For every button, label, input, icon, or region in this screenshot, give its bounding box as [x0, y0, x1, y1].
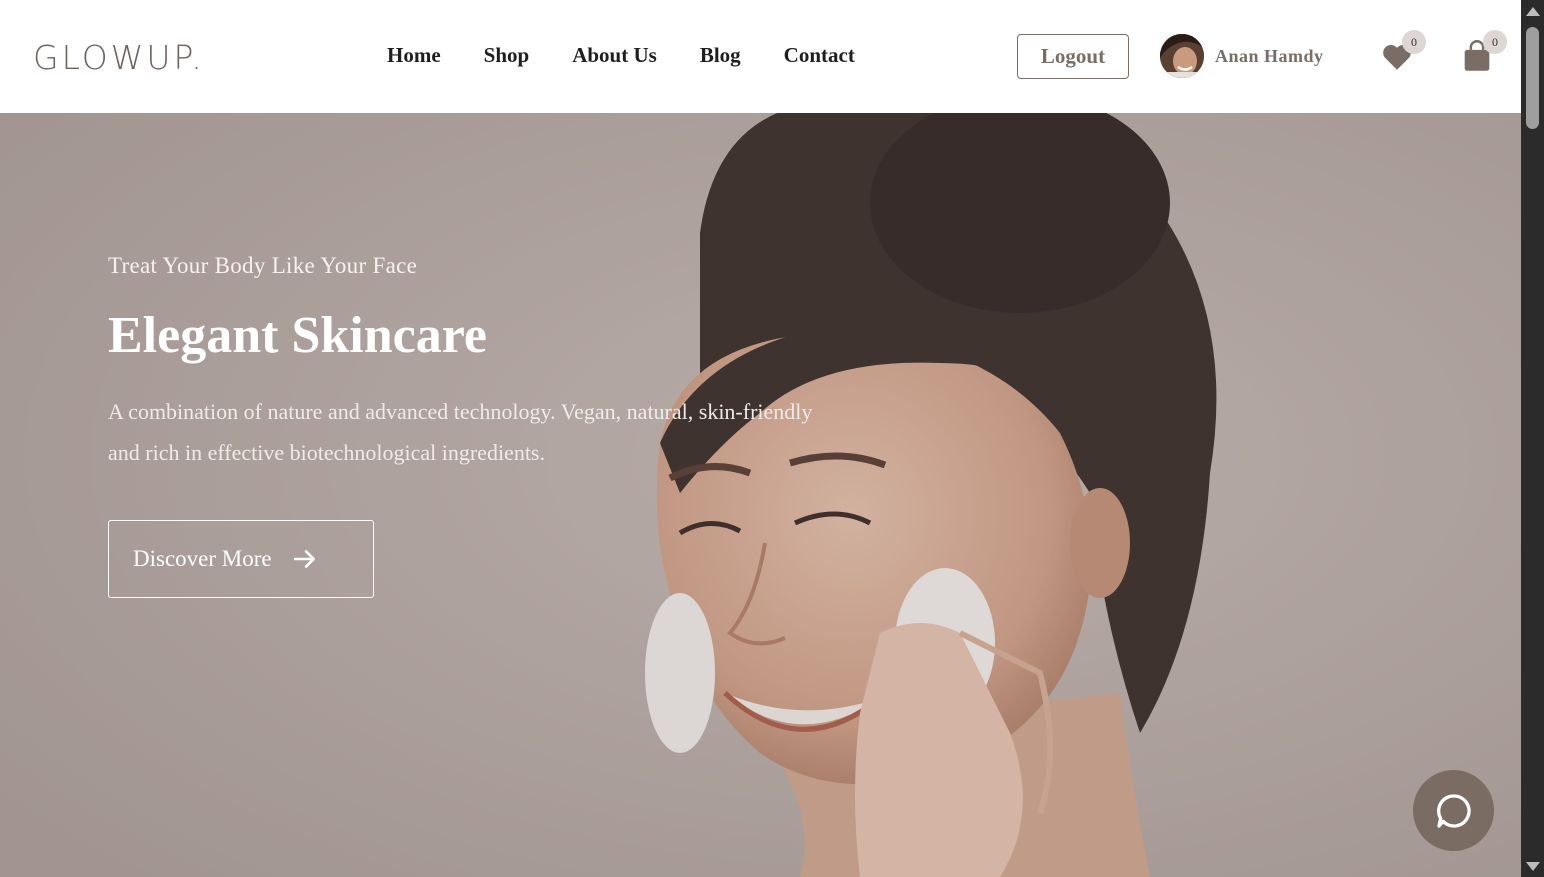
discover-more-label: Discover More — [133, 546, 272, 571]
site-header: GLOWUP. Home Shop About Us Blog Contact … — [0, 0, 1521, 113]
scroll-down-arrow[interactable] — [1526, 862, 1540, 871]
scrollbar-thumb[interactable] — [1526, 27, 1539, 129]
nav-blog[interactable]: Blog — [700, 43, 741, 68]
hero-overlay — [0, 113, 1521, 877]
nav-shop[interactable]: Shop — [484, 43, 530, 68]
page-scrollbar[interactable] — [1521, 0, 1544, 877]
logout-button[interactable]: Logout — [1017, 34, 1129, 79]
cart-button[interactable]: 0 — [1459, 30, 1507, 78]
hero-banner: Treat Your Body Like Your Face Elegant S… — [0, 113, 1521, 877]
arrow-right-icon — [293, 550, 315, 568]
brand-logo[interactable]: GLOWUP. — [33, 38, 205, 77]
main-nav: Home Shop About Us Blog Contact — [387, 43, 898, 68]
hero-title: Elegant Skincare — [108, 307, 487, 364]
avatar — [1160, 34, 1204, 78]
wishlist-count-badge: 0 — [1402, 30, 1426, 54]
wishlist-button[interactable]: 0 — [1378, 30, 1426, 78]
nav-contact[interactable]: Contact — [784, 43, 855, 68]
scroll-up-arrow[interactable] — [1526, 7, 1540, 16]
nav-about-us[interactable]: About Us — [572, 43, 657, 68]
chat-button[interactable] — [1413, 770, 1494, 851]
user-profile[interactable]: Anan Hamdy — [1160, 34, 1324, 78]
chat-bubble-icon — [1436, 793, 1471, 828]
discover-more-button[interactable]: Discover More — [108, 520, 374, 598]
hero-description: A combination of nature and advanced tec… — [108, 399, 813, 465]
nav-home[interactable]: Home — [387, 43, 441, 68]
hero-subtitle: Treat Your Body Like Your Face — [108, 253, 418, 278]
username: Anan Hamdy — [1215, 45, 1324, 66]
cart-count-badge: 0 — [1483, 30, 1507, 54]
